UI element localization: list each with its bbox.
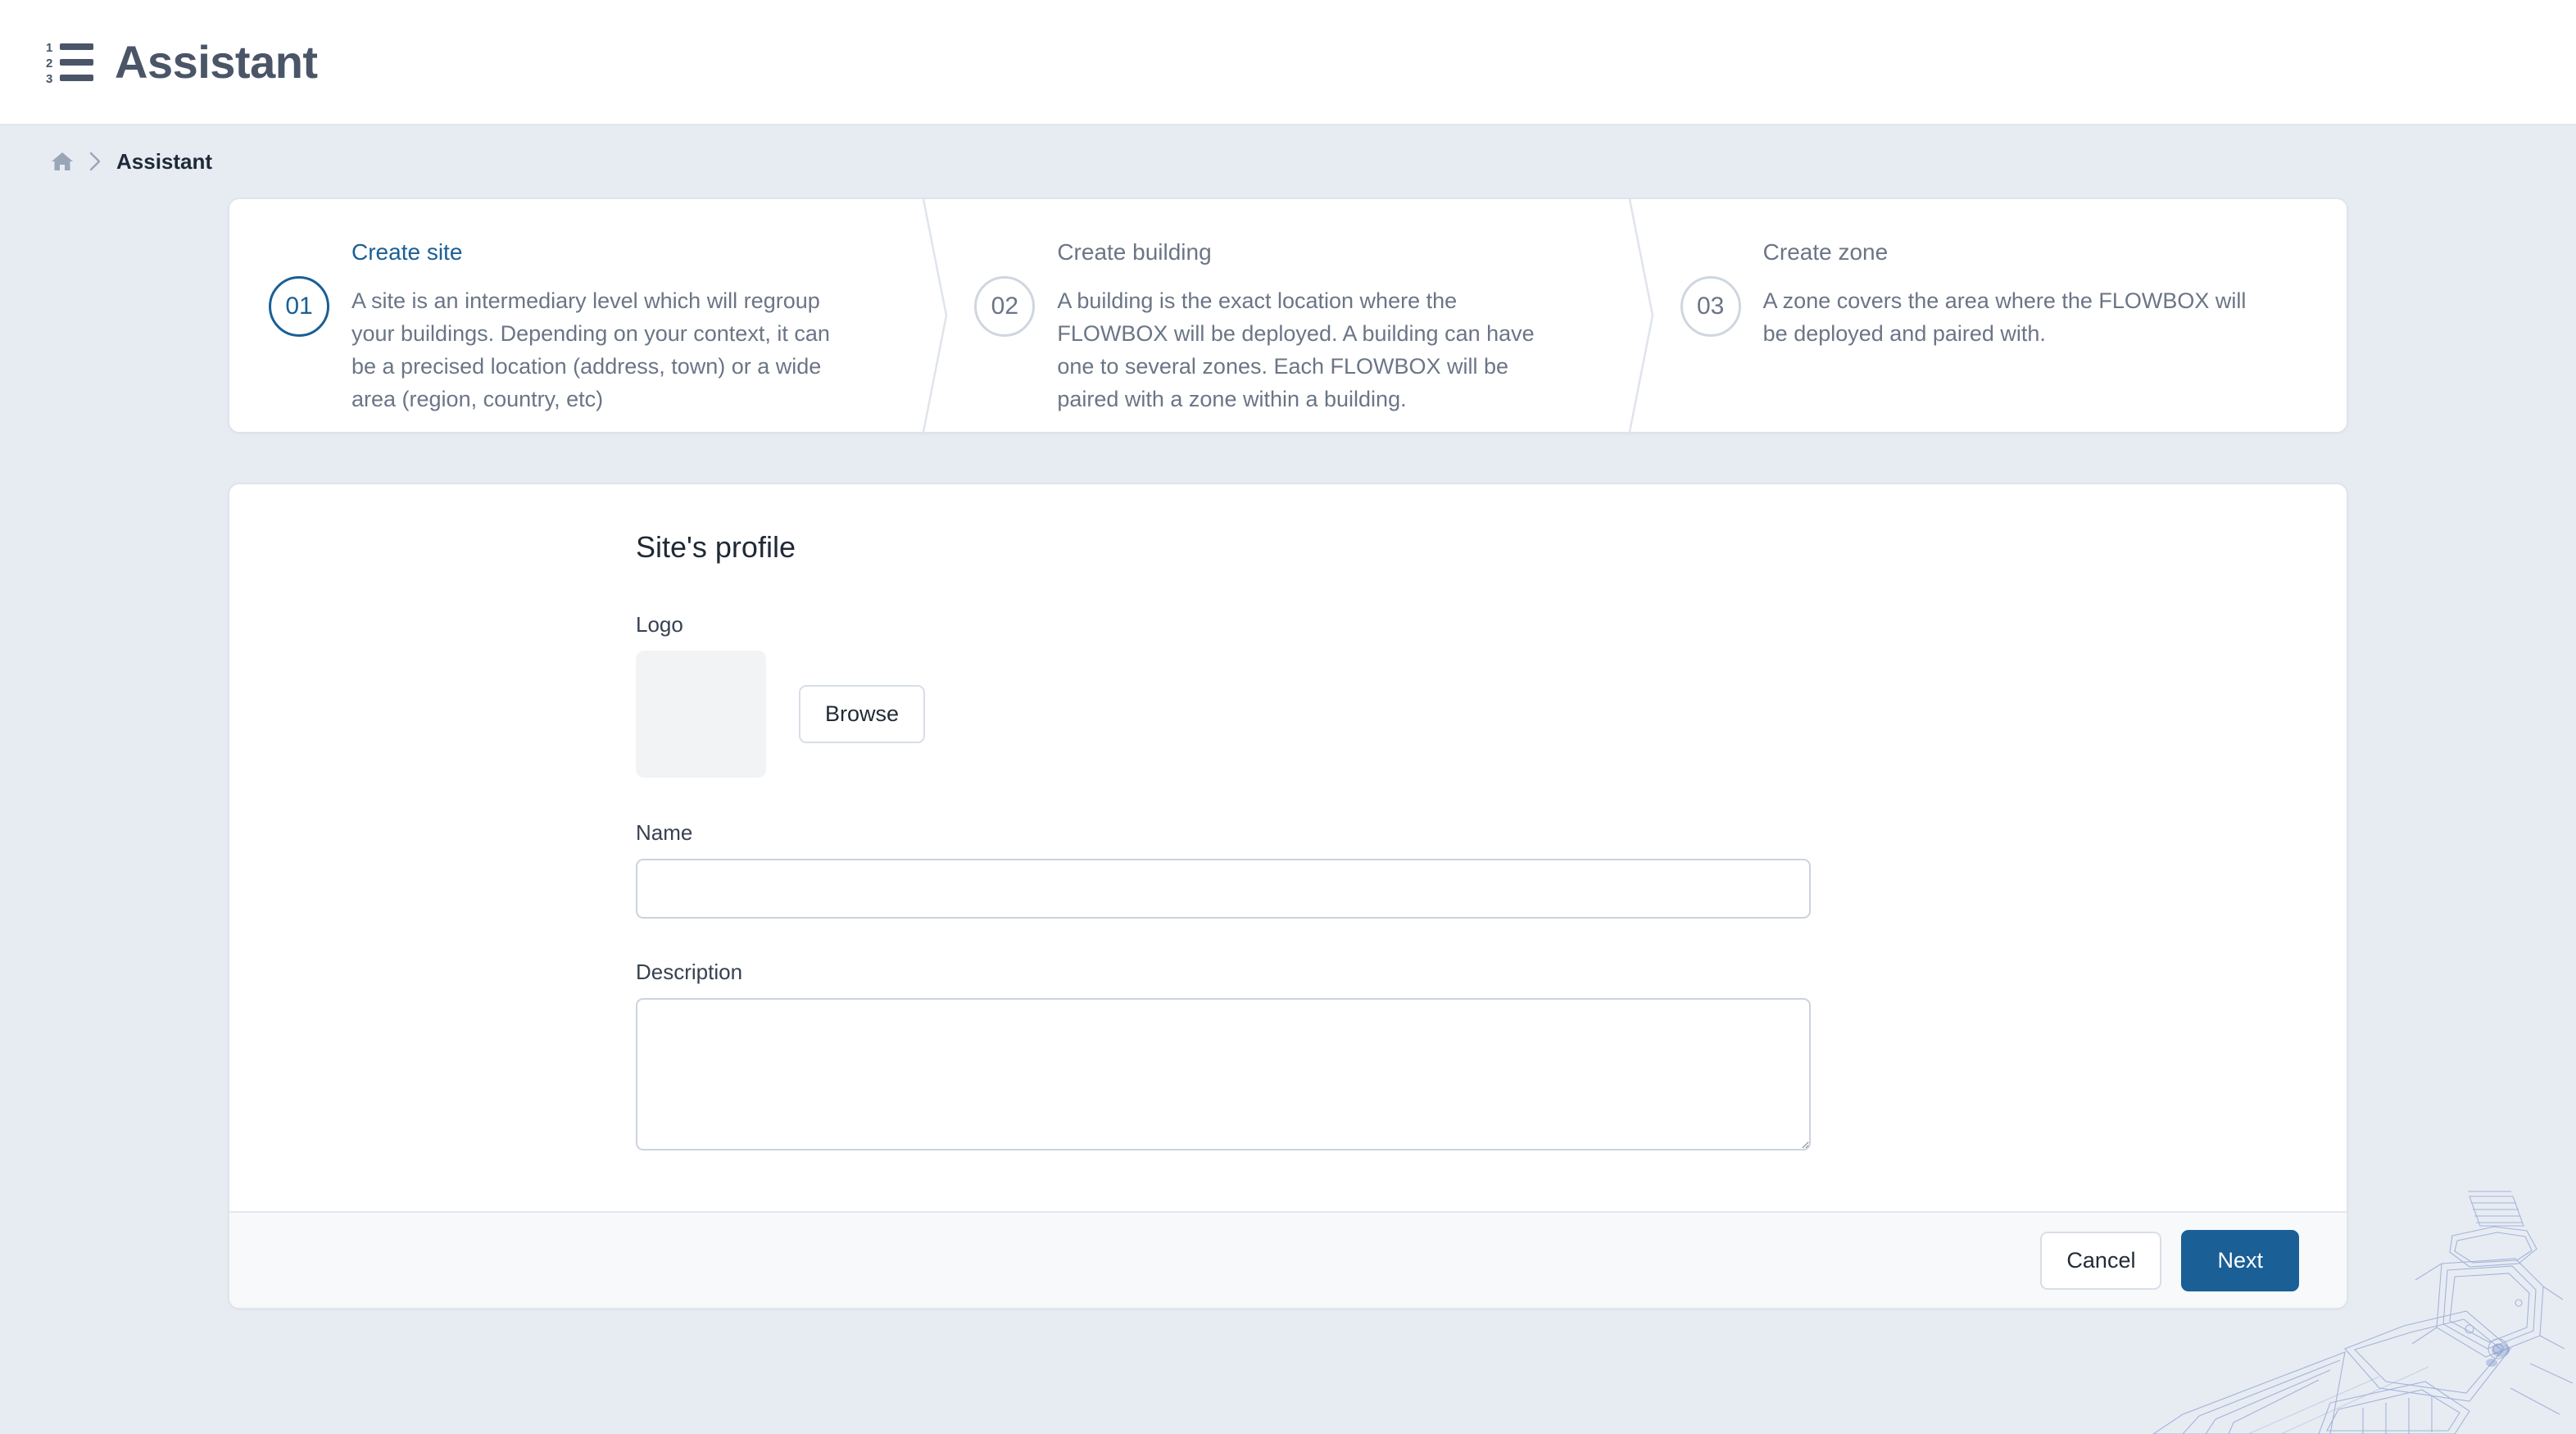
step-number-badge: 02	[974, 276, 1036, 337]
chevron-right-icon	[88, 151, 102, 172]
app-header: 1 2 3 Assistant	[0, 0, 2576, 125]
breadcrumb-current[interactable]: Assistant	[116, 149, 212, 175]
svg-text:3: 3	[46, 72, 52, 84]
step-description: A zone covers the area where the FLOWBOX…	[1762, 288, 2247, 346]
stepper-step-03[interactable]: 03 Create zone A zone covers the area wh…	[1641, 199, 2347, 432]
brand: 1 2 3 Assistant	[46, 35, 318, 88]
next-button[interactable]: Next	[2181, 1229, 2299, 1291]
name-input[interactable]	[636, 859, 1811, 919]
description-label: Description	[636, 960, 743, 984]
svg-text:1: 1	[46, 41, 52, 55]
step-title: Create site	[351, 239, 463, 265]
form-body: Site's profile Logo Browse Name Descript…	[229, 484, 2347, 1211]
step-number-badge: 03	[1680, 276, 1741, 337]
browse-button[interactable]: Browse	[799, 685, 926, 743]
numbered-list-icon: 1 2 3	[46, 41, 93, 86]
description-field: Description	[636, 960, 2347, 1150]
form-footer: Cancel Next	[229, 1211, 2347, 1308]
logo-label: Logo	[636, 612, 683, 637]
form-section-title: Site's profile	[636, 530, 796, 564]
step-title: Create zone	[1762, 239, 1889, 265]
logo-field: Logo Browse	[636, 612, 2347, 778]
name-field: Name	[636, 820, 2347, 919]
step-title: Create building	[1057, 239, 1212, 265]
breadcrumb: Assistant	[0, 125, 2576, 197]
home-icon[interactable]	[51, 151, 74, 172]
logo-preview[interactable]	[636, 651, 766, 778]
description-textarea[interactable]	[636, 998, 1811, 1150]
name-label: Name	[636, 820, 693, 845]
svg-text:2: 2	[46, 57, 52, 70]
step-description: A building is the exact location where t…	[1057, 288, 1535, 411]
site-profile-form: Site's profile Logo Browse Name Descript…	[228, 483, 2348, 1309]
step-number-badge: 01	[269, 276, 329, 337]
main-content: 01 Create site A site is an intermediary…	[0, 197, 2576, 1309]
step-description: A site is an intermediary level which wi…	[351, 288, 830, 411]
cancel-button[interactable]: Cancel	[2040, 1231, 2162, 1290]
app-title: Assistant	[115, 35, 318, 88]
stepper-step-01[interactable]: 01 Create site A site is an intermediary…	[229, 199, 948, 432]
stepper-step-02[interactable]: 02 Create building A building is the exa…	[935, 199, 1653, 432]
stepper: 01 Create site A site is an intermediary…	[228, 197, 2348, 433]
